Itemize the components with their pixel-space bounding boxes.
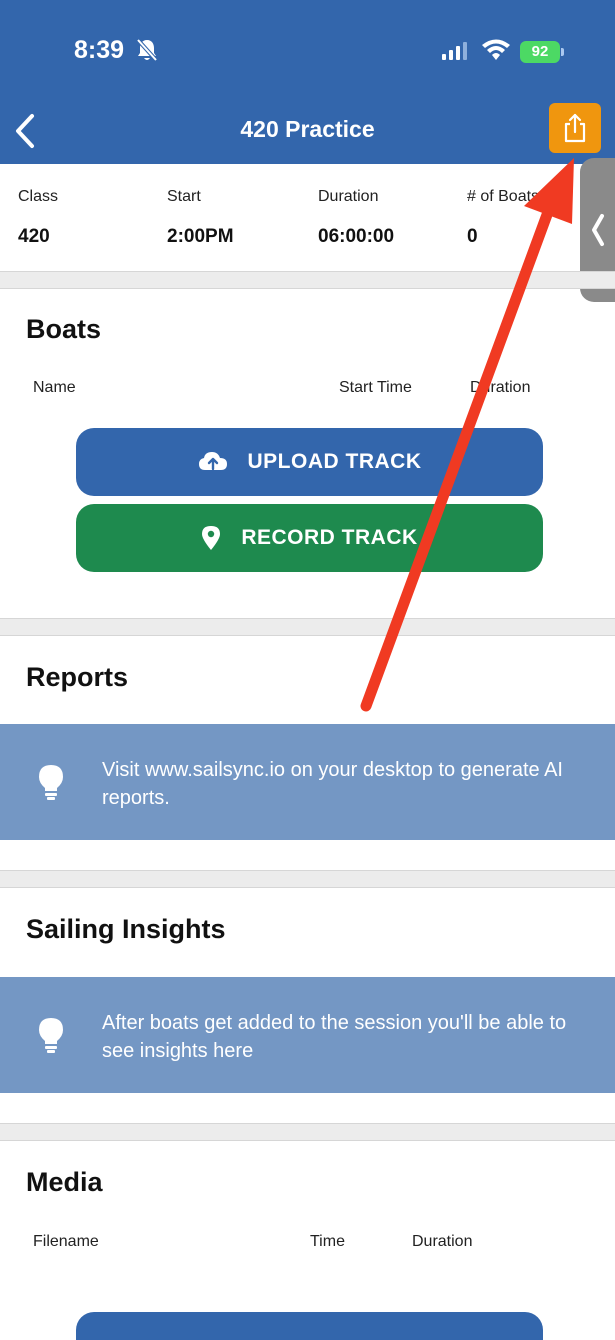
reports-tip-text: Visit www.sailsync.io on your desktop to…	[102, 759, 563, 809]
boats-col-duration: Duration	[470, 379, 531, 396]
upload-track-label: UPLOAD TRACK	[247, 450, 422, 473]
session-info: Class 420 Start 2:00PM Duration 06:00:00…	[0, 164, 615, 272]
status-time: 8:39	[74, 36, 125, 64]
cellular-signal-icon	[442, 42, 467, 60]
media-col-filename: Filename	[33, 1233, 99, 1250]
record-track-button[interactable]: RECORD TRACK	[76, 504, 543, 572]
share-button[interactable]	[549, 103, 601, 153]
media-action-button[interactable]	[76, 1312, 543, 1340]
lightbulb-icon	[39, 1018, 63, 1053]
cloud-upload-icon	[198, 452, 227, 471]
top-bar: 8:39 92 420 Practice	[0, 0, 615, 164]
wifi-icon	[482, 39, 510, 60]
info-value-start: 2:00PM	[167, 226, 234, 247]
media-col-time: Time	[310, 1233, 345, 1250]
info-label-duration: Duration	[318, 188, 379, 205]
section-divider	[0, 870, 615, 888]
lightbulb-icon	[39, 765, 63, 800]
section-divider	[0, 618, 615, 636]
info-label-class: Class	[18, 188, 59, 205]
battery-indicator: 92	[520, 41, 564, 63]
insights-heading: Sailing Insights	[26, 914, 226, 944]
insights-tip-banner: After boats get added to the session you…	[0, 977, 615, 1093]
boats-col-start-time: Start Time	[339, 379, 412, 396]
reports-tip-banner: Visit www.sailsync.io on your desktop to…	[0, 724, 615, 840]
page-title: 420 Practice	[240, 116, 375, 142]
media-heading: Media	[26, 1167, 103, 1197]
upload-track-button[interactable]: UPLOAD TRACK	[76, 428, 543, 496]
media-col-duration: Duration	[412, 1233, 473, 1250]
section-divider	[0, 1123, 615, 1141]
record-track-label: RECORD TRACK	[241, 526, 418, 549]
info-label-start: Start	[167, 188, 201, 205]
boats-heading: Boats	[26, 314, 102, 344]
chevron-left-icon	[592, 214, 604, 246]
insights-tip-text: After boats get added to the session you…	[102, 1012, 567, 1062]
boats-col-name: Name	[33, 379, 76, 396]
reports-heading: Reports	[26, 662, 129, 692]
bell-off-icon	[136, 38, 158, 62]
share-icon	[564, 113, 586, 143]
map-pin-icon	[202, 526, 221, 550]
info-value-boats: 0	[467, 226, 478, 247]
info-label-boats: # of Boats	[467, 188, 540, 205]
section-divider	[0, 271, 615, 289]
info-value-duration: 06:00:00	[318, 226, 395, 247]
info-value-class: 420	[18, 226, 50, 247]
